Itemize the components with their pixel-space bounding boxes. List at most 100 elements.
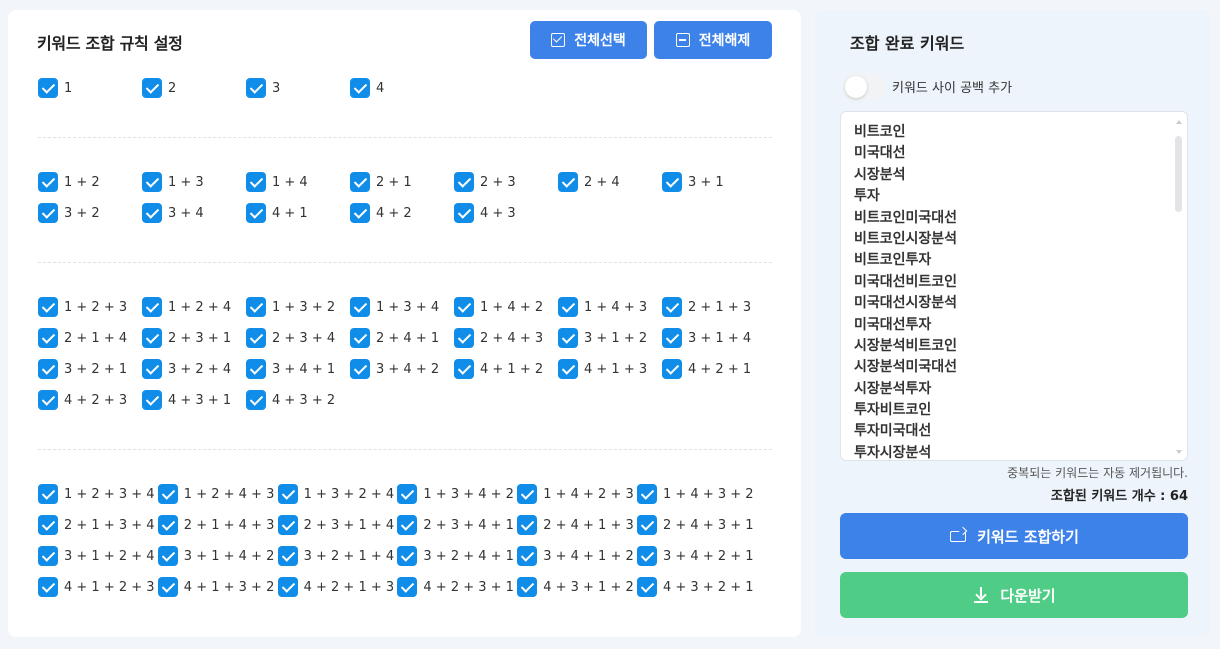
rule-checkbox-item[interactable]: 4 + 1 + 2 + 3 [38, 577, 155, 597]
checkbox-checked-icon[interactable] [157, 577, 178, 597]
checkbox-checked-icon[interactable] [246, 172, 266, 192]
checkbox-checked-icon[interactable] [397, 515, 418, 535]
checkbox-checked-icon[interactable] [454, 328, 474, 348]
rule-checkbox-item[interactable]: 3 + 2 + 1 [38, 359, 127, 379]
checkbox-checked-icon[interactable] [38, 390, 58, 410]
rule-checkbox-item[interactable]: 1 + 3 [142, 172, 204, 192]
rule-checkbox-item[interactable]: 4 + 1 + 3 + 2 [157, 577, 274, 597]
rule-checkbox-item[interactable]: 2 + 3 + 4 + 1 [397, 515, 514, 535]
rule-checkbox-item[interactable]: 2 + 4 + 3 [454, 328, 543, 348]
checkbox-checked-icon[interactable] [142, 390, 162, 410]
rule-checkbox-item[interactable]: 4 + 2 [350, 203, 412, 223]
checkbox-checked-icon[interactable] [517, 515, 538, 535]
scroll-up-arrow-icon[interactable] [1176, 120, 1182, 124]
checkbox-checked-icon[interactable] [277, 484, 298, 504]
rule-checkbox-item[interactable]: 2 + 3 + 4 [246, 328, 335, 348]
scroll-down-arrow-icon[interactable] [1176, 450, 1182, 454]
keyword-output-textarea[interactable]: 비트코인 미국대선 시장분석 투자 비트코인미국대선 비트코인시장분석 비트코인투자 미국대선… [840, 111, 1188, 461]
checkbox-checked-icon[interactable] [38, 203, 58, 223]
rule-checkbox-item[interactable]: 2 + 1 + 4 + 3 [157, 515, 274, 535]
checkbox-checked-icon[interactable] [454, 359, 474, 379]
rule-checkbox-item[interactable]: 2 [142, 78, 176, 98]
checkbox-checked-icon[interactable] [38, 484, 58, 504]
checkbox-checked-icon[interactable] [454, 203, 474, 223]
rule-checkbox-item[interactable]: 4 + 2 + 1 + 3 [277, 577, 394, 597]
rule-checkbox-item[interactable]: 1 + 3 + 4 [350, 297, 439, 317]
rule-checkbox-item[interactable]: 3 + 1 + 2 + 4 [38, 546, 155, 566]
combine-keywords-button[interactable]: 키워드 조합하기 [840, 513, 1188, 559]
checkbox-checked-icon[interactable] [38, 577, 58, 597]
checkbox-checked-icon[interactable] [558, 328, 578, 348]
rule-checkbox-item[interactable]: 1 + 4 [246, 172, 308, 192]
checkbox-checked-icon[interactable] [662, 172, 682, 192]
rule-checkbox-item[interactable]: 3 + 1 + 4 + 2 [157, 546, 274, 566]
rule-checkbox-item[interactable]: 2 + 3 + 1 [142, 328, 231, 348]
checkbox-checked-icon[interactable] [454, 172, 474, 192]
rule-checkbox-item[interactable]: 4 + 3 + 1 [142, 390, 231, 410]
checkbox-checked-icon[interactable] [277, 577, 298, 597]
rule-checkbox-item[interactable]: 4 + 3 + 2 + 1 [637, 577, 754, 597]
rule-checkbox-item[interactable]: 4 + 1 [246, 203, 308, 223]
rule-checkbox-item[interactable]: 1 + 3 + 2 + 4 [277, 484, 394, 504]
checkbox-checked-icon[interactable] [38, 172, 58, 192]
rule-checkbox-item[interactable]: 4 + 2 + 3 + 1 [397, 577, 514, 597]
checkbox-checked-icon[interactable] [246, 297, 266, 317]
checkbox-checked-icon[interactable] [350, 203, 370, 223]
rule-checkbox-item[interactable]: 2 + 3 + 1 + 4 [277, 515, 394, 535]
rule-checkbox-item[interactable]: 2 + 4 + 1 [350, 328, 439, 348]
checkbox-checked-icon[interactable] [142, 297, 162, 317]
rule-checkbox-item[interactable]: 3 + 2 + 1 + 4 [277, 546, 394, 566]
checkbox-checked-icon[interactable] [517, 546, 538, 566]
checkbox-checked-icon[interactable] [558, 297, 578, 317]
checkbox-checked-icon[interactable] [157, 515, 178, 535]
checkbox-checked-icon[interactable] [397, 577, 418, 597]
rule-checkbox-item[interactable]: 2 + 3 [454, 172, 516, 192]
checkbox-checked-icon[interactable] [142, 359, 162, 379]
checkbox-checked-icon[interactable] [637, 515, 657, 535]
select-all-button[interactable]: 전체선택 [530, 21, 647, 59]
checkbox-checked-icon[interactable] [142, 172, 162, 192]
rule-checkbox-item[interactable]: 3 + 1 [662, 172, 724, 192]
checkbox-checked-icon[interactable] [246, 78, 266, 98]
checkbox-checked-icon[interactable] [246, 328, 266, 348]
rule-checkbox-item[interactable]: 3 [246, 78, 280, 98]
checkbox-checked-icon[interactable] [277, 546, 298, 566]
checkbox-checked-icon[interactable] [157, 546, 178, 566]
checkbox-checked-icon[interactable] [558, 359, 578, 379]
rule-checkbox-item[interactable]: 4 + 1 + 2 [454, 359, 543, 379]
checkbox-checked-icon[interactable] [142, 78, 162, 98]
checkbox-checked-icon[interactable] [246, 390, 266, 410]
rule-checkbox-item[interactable]: 4 + 3 + 1 + 2 [517, 577, 634, 597]
checkbox-checked-icon[interactable] [662, 297, 682, 317]
rule-checkbox-item[interactable]: 3 + 2 + 4 [142, 359, 231, 379]
rule-checkbox-item[interactable]: 2 + 4 + 1 + 3 [517, 515, 634, 535]
checkbox-checked-icon[interactable] [397, 546, 418, 566]
rule-checkbox-item[interactable]: 1 + 3 + 2 [246, 297, 335, 317]
rule-checkbox-item[interactable]: 1 + 4 + 3 + 2 [637, 484, 754, 504]
rule-checkbox-item[interactable]: 3 + 2 [38, 203, 100, 223]
download-button[interactable]: 다운받기 [840, 572, 1188, 618]
rule-checkbox-item[interactable]: 4 [350, 78, 384, 98]
checkbox-checked-icon[interactable] [350, 297, 370, 317]
checkbox-checked-icon[interactable] [454, 297, 474, 317]
checkbox-checked-icon[interactable] [350, 328, 370, 348]
checkbox-checked-icon[interactable] [277, 515, 298, 535]
rule-checkbox-item[interactable]: 1 + 3 + 4 + 2 [397, 484, 514, 504]
rule-checkbox-item[interactable]: 3 + 4 + 2 [350, 359, 439, 379]
rule-checkbox-item[interactable]: 3 + 4 [142, 203, 204, 223]
rule-checkbox-item[interactable]: 1 + 2 + 3 + 4 [38, 484, 155, 504]
output-scrollbar[interactable] [1174, 118, 1184, 456]
checkbox-checked-icon[interactable] [142, 203, 162, 223]
rule-checkbox-item[interactable]: 2 + 1 + 4 [38, 328, 127, 348]
rule-checkbox-item[interactable]: 1 + 2 + 3 [38, 297, 127, 317]
checkbox-checked-icon[interactable] [517, 577, 538, 597]
rule-checkbox-item[interactable]: 3 + 4 + 2 + 1 [637, 546, 754, 566]
checkbox-checked-icon[interactable] [38, 328, 58, 348]
rule-checkbox-item[interactable]: 2 + 4 + 3 + 1 [637, 515, 754, 535]
rule-checkbox-item[interactable]: 4 + 3 [454, 203, 516, 223]
rule-checkbox-item[interactable]: 1 + 4 + 3 [558, 297, 647, 317]
checkbox-checked-icon[interactable] [662, 328, 682, 348]
rule-checkbox-item[interactable]: 2 + 4 [558, 172, 620, 192]
rule-checkbox-item[interactable]: 1 + 2 + 4 + 3 [157, 484, 274, 504]
space-toggle[interactable] [842, 73, 885, 101]
